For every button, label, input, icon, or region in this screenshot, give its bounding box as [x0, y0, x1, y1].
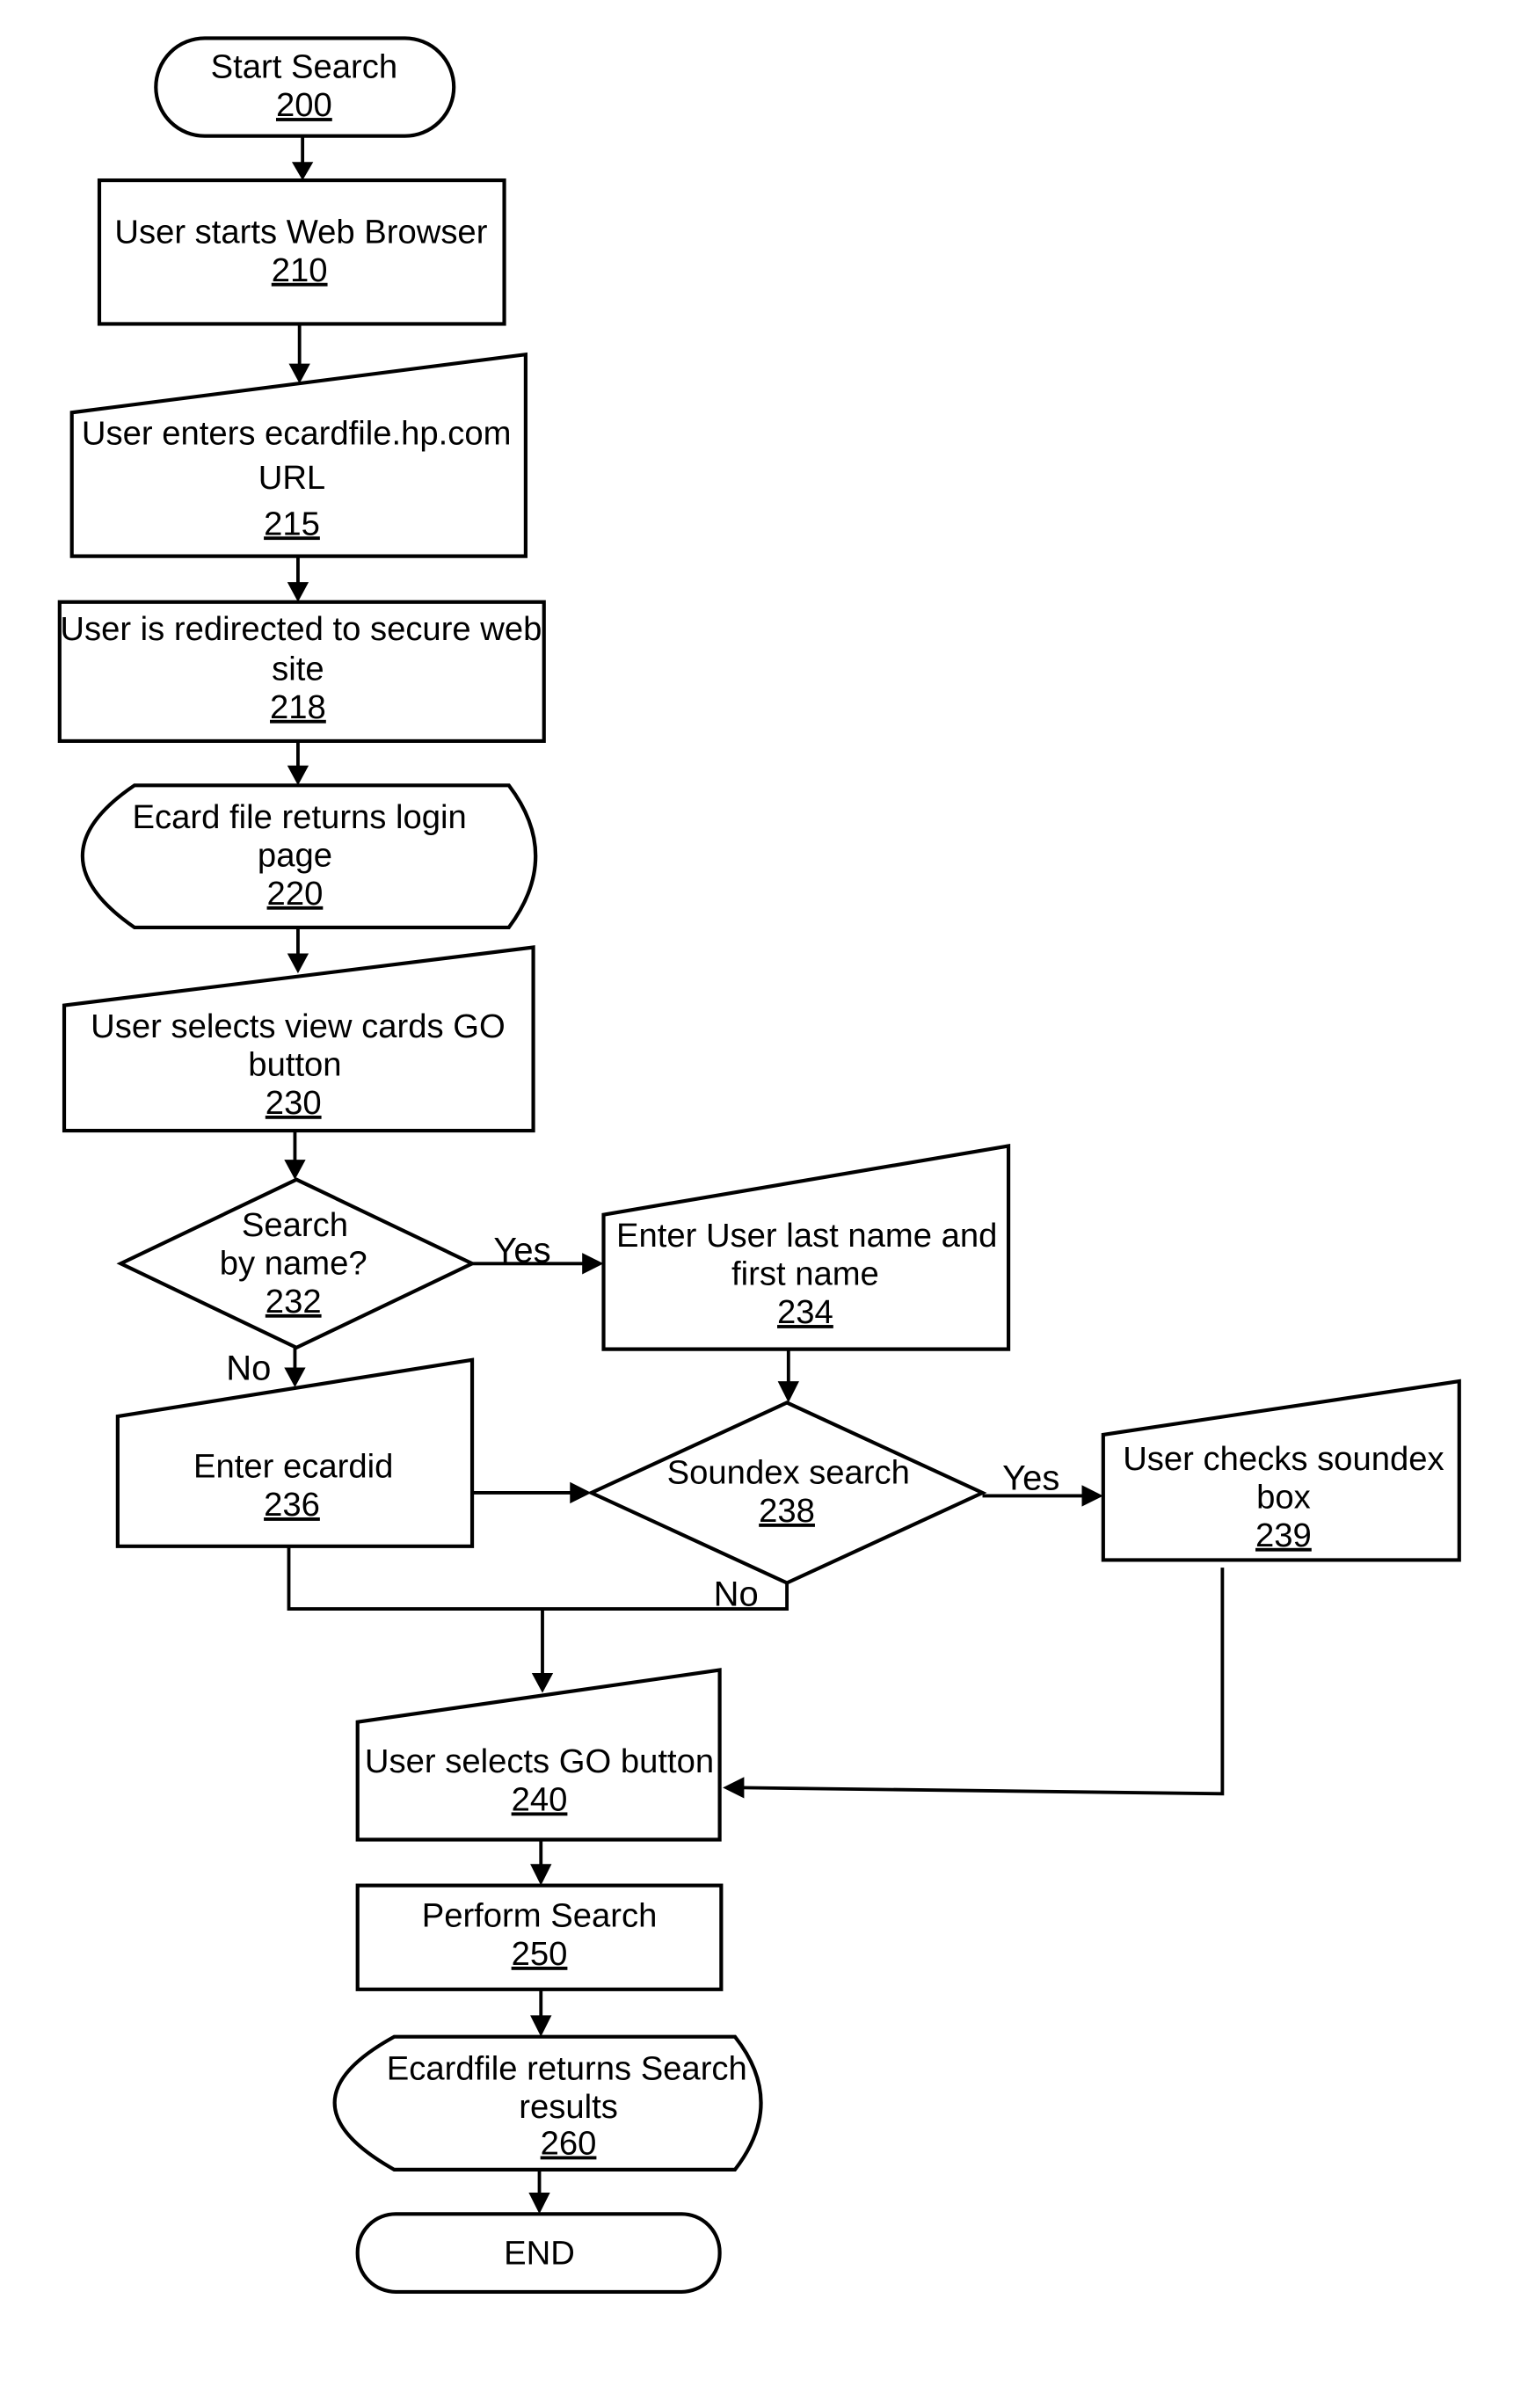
- node-238-soundex-decision: Soundex search 238: [586, 1400, 987, 1585]
- node-200-start-search: Start Search 200: [154, 36, 456, 138]
- arrowhead: [531, 1673, 554, 1693]
- node-label: Soundex search: [667, 1454, 910, 1492]
- flowchart: Yes No Yes No Start Search 200 User star…: [57, 36, 1461, 2295]
- node-220-login-page: Ecard file returns login page 220: [80, 783, 538, 930]
- arrowhead: [287, 765, 309, 786]
- node-ref-number: 215: [264, 505, 320, 542]
- branch-label-no-238: No: [714, 1575, 759, 1614]
- node-ref-number: 200: [276, 86, 332, 124]
- branch-label-yes-238: Yes: [1002, 1459, 1059, 1497]
- arrowhead: [528, 2192, 550, 2215]
- node-label-line-2: site: [272, 650, 324, 687]
- node-ref-number: 220: [267, 875, 324, 913]
- node-label-line-1: Enter User last name and: [616, 1217, 997, 1255]
- node-230-view-cards-go: User selects view cards GO button 230: [62, 945, 535, 1133]
- node-ref-number: 232: [266, 1283, 322, 1320]
- node-ref-number: 260: [541, 2125, 597, 2163]
- node-232-search-by-name-decision: Search by name? 232: [116, 1177, 477, 1350]
- arrowhead: [530, 2015, 552, 2037]
- node-210-start-browser: User starts Web Browser 210: [97, 178, 506, 326]
- node-end: END: [355, 2212, 722, 2295]
- node-label: END: [504, 2235, 575, 2273]
- edge-239-240: [740, 1568, 1225, 1796]
- node-218-redirected: User is redirected to secure web site 21…: [57, 600, 546, 743]
- arrowhead: [284, 1367, 306, 1388]
- arrowhead: [284, 1160, 306, 1180]
- arrowhead: [777, 1381, 799, 1403]
- node-label-line-2: button: [248, 1046, 341, 1084]
- branch-label-yes-232: Yes: [493, 1232, 550, 1270]
- arrowhead: [287, 582, 309, 602]
- node-label-line-1: Ecard file returns login: [133, 798, 467, 836]
- node-236-enter-ecardid: Enter ecardid 236: [115, 1357, 475, 1548]
- node-label: User starts Web Browser: [114, 213, 487, 251]
- node-ref-number: 239: [1255, 1517, 1312, 1554]
- node-250-perform-search: Perform Search 250: [355, 1883, 724, 1991]
- node-label-line-2: box: [1256, 1478, 1311, 1516]
- node-ref-number: 230: [266, 1084, 322, 1122]
- arrowhead: [287, 953, 309, 974]
- arrowhead: [288, 363, 310, 384]
- node-260-search-results: Ecardfile returns Search results 260: [332, 2034, 763, 2172]
- node-label-line-1: User checks soundex: [1123, 1440, 1444, 1478]
- node-label-line-2: by name?: [220, 1244, 367, 1282]
- node-ref-number: 218: [270, 688, 326, 726]
- node-label: Enter ecardid: [193, 1448, 393, 1486]
- node-label-line-2: page: [258, 836, 332, 874]
- node-label: Start Search: [211, 48, 397, 86]
- node-label-line-1: User selects view cards GO: [91, 1008, 505, 1045]
- node-ref-number: 210: [272, 251, 328, 289]
- node-label-line-2: first name: [731, 1255, 879, 1293]
- node-label-line-1: User enters ecardfile.hp.com: [82, 415, 512, 453]
- node-label: Perform Search: [422, 1897, 658, 1935]
- node-label: User selects GO button: [365, 1742, 714, 1780]
- node-label-line-1: Ecardfile returns Search: [387, 2049, 747, 2087]
- node-ref-number: 236: [264, 1486, 320, 1524]
- node-215-enter-url: User enters ecardfile.hp.com URL 215: [69, 352, 528, 558]
- node-label-line-1: User is redirected to secure web: [60, 610, 542, 648]
- node-label-line-2: results: [519, 2088, 618, 2126]
- arrowhead: [291, 162, 314, 181]
- node-label-line-2: URL: [258, 459, 325, 497]
- arrowhead: [723, 1777, 745, 1799]
- node-239-check-soundex: User checks soundex box 239: [1101, 1379, 1461, 1562]
- node-ref-number: 238: [759, 1492, 815, 1530]
- arrowhead: [1081, 1485, 1103, 1507]
- branch-label-no-232: No: [226, 1349, 271, 1387]
- arrowhead: [582, 1253, 604, 1275]
- node-234-enter-name: Enter User last name and first name 234: [601, 1143, 1011, 1351]
- arrowhead: [530, 1864, 552, 1886]
- node-ref-number: 250: [512, 1935, 568, 1973]
- node-ref-number: 240: [512, 1780, 568, 1818]
- node-240-select-go: User selects GO button 240: [355, 1668, 722, 1842]
- edge-236-238-merge: [287, 1546, 789, 1611]
- node-ref-number: 234: [777, 1293, 833, 1331]
- node-label-line-1: Search: [242, 1206, 348, 1244]
